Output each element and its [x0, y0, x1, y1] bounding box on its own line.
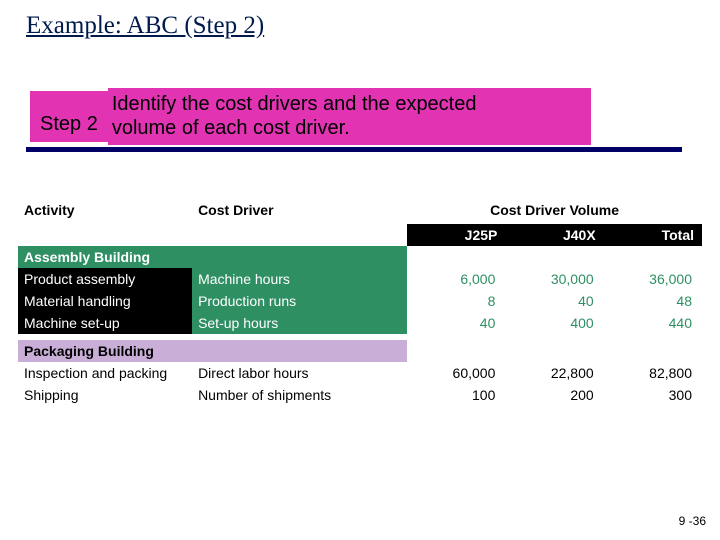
page-number: 9 -36 — [679, 514, 706, 528]
cost-driver-table: Activity Cost Driver Cost Driver Volume … — [18, 200, 702, 406]
step-label: Step 2 — [30, 91, 108, 142]
driver-cell: Production runs — [192, 290, 407, 312]
table-row: Inspection and packing Direct labor hour… — [18, 362, 702, 384]
driver-cell: Machine hours — [192, 268, 407, 290]
assembly-building-label: Assembly Building — [18, 246, 407, 268]
activity-cell: Product assembly — [18, 268, 192, 290]
value-cell: 40 — [505, 290, 603, 312]
table-row: Material handling Production runs 8 40 4… — [18, 290, 702, 312]
table-row: Product assembly Machine hours 6,000 30,… — [18, 268, 702, 290]
activity-cell: Machine set-up — [18, 312, 192, 334]
value-cell: 30,000 — [505, 268, 603, 290]
col-activity: Activity — [18, 200, 192, 224]
value-cell: 440 — [604, 312, 702, 334]
driver-cell: Number of shipments — [192, 384, 407, 406]
table-row: Shipping Number of shipments 100 200 300 — [18, 384, 702, 406]
value-cell: 300 — [604, 384, 702, 406]
col-j40x: J40X — [505, 224, 603, 246]
col-driver: Cost Driver — [192, 200, 407, 224]
value-cell: 40 — [407, 312, 505, 334]
value-cell: 200 — [505, 384, 603, 406]
value-cell: 82,800 — [604, 362, 702, 384]
value-cell: 400 — [505, 312, 603, 334]
table-header-row: Activity Cost Driver Cost Driver Volume — [18, 200, 702, 224]
col-j25p: J25P — [407, 224, 505, 246]
value-cell: 100 — [407, 384, 505, 406]
divider-rule — [26, 147, 682, 152]
col-total: Total — [604, 224, 702, 246]
slide-title: Example: ABC (Step 2) — [26, 12, 264, 40]
value-cell: 8 — [407, 290, 505, 312]
value-cell: 6,000 — [407, 268, 505, 290]
step-desc-line2: volume of each cost driver. — [112, 117, 350, 139]
table-subheader-row: J25P J40X Total — [18, 224, 702, 246]
driver-cell: Set-up hours — [192, 312, 407, 334]
value-cell: 48 — [604, 290, 702, 312]
step-callout: Step 2 Identify the cost drivers and the… — [30, 88, 591, 145]
driver-cell: Direct labor hours — [192, 362, 407, 384]
col-volume: Cost Driver Volume — [407, 200, 702, 224]
step-description: Identify the cost drivers and the expect… — [108, 88, 591, 145]
activity-cell: Inspection and packing — [18, 362, 192, 384]
value-cell: 22,800 — [505, 362, 603, 384]
value-cell: 36,000 — [604, 268, 702, 290]
activity-cell: Material handling — [18, 290, 192, 312]
packaging-building-label: Packaging Building — [18, 340, 407, 362]
value-cell: 60,000 — [407, 362, 505, 384]
table-row: Machine set-up Set-up hours 40 400 440 — [18, 312, 702, 334]
assembly-building-row: Assembly Building — [18, 246, 702, 268]
packaging-building-row: Packaging Building — [18, 340, 702, 362]
step-desc-line1: Identify the cost drivers and the expect… — [112, 93, 477, 115]
activity-cell: Shipping — [18, 384, 192, 406]
